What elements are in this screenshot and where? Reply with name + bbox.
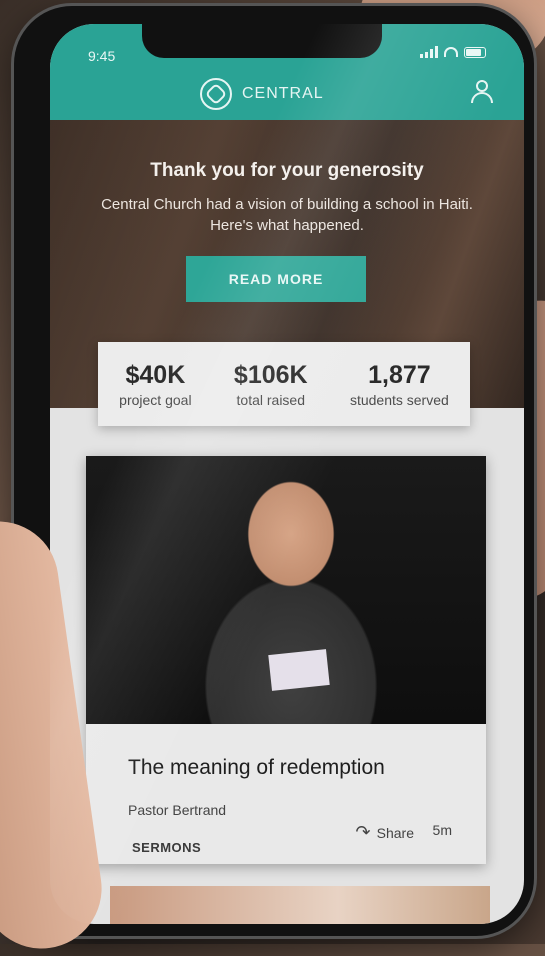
stat-label: project goal	[119, 391, 192, 408]
stat-label: students served	[349, 391, 449, 408]
status-icons	[420, 46, 486, 58]
signal-icon	[420, 46, 438, 58]
hero-subtitle: Central Church had a vision of building …	[101, 196, 473, 234]
share-arrow-icon: ↷	[355, 822, 371, 842]
sermon-card[interactable]: The meaning of redemption Pastor Bertran…	[86, 456, 486, 864]
hero-title: Thank you for your generosity	[150, 160, 424, 181]
sermon-duration: 5m	[432, 822, 452, 838]
sermon-photo	[86, 456, 486, 724]
stats-panel: $40K project goal $106K total raised 1,8…	[98, 342, 470, 426]
sermon-title: The meaning of redemption	[128, 756, 385, 779]
stat-students-served: 1,877 students served	[350, 361, 449, 408]
share-button[interactable]: ↷ Share	[356, 822, 414, 843]
phone-notch	[142, 24, 382, 58]
next-card-preview[interactable]	[110, 886, 490, 924]
brand-name: CENTRAL	[242, 85, 324, 102]
battery-icon	[464, 46, 486, 58]
status-time: 9:45	[88, 48, 116, 64]
speaker-shirt	[268, 649, 330, 691]
stat-project-goal: $40K project goal	[119, 361, 191, 408]
stat-total-raised: $106K total raised	[234, 361, 308, 408]
read-more-button[interactable]: READ MORE	[186, 256, 366, 302]
share-label: Share	[376, 824, 414, 841]
stat-label: total raised	[236, 391, 305, 408]
wifi-icon	[444, 47, 458, 57]
brand-logo[interactable]: CENTRAL	[200, 78, 324, 110]
phone-screen: 9:45 CENTRAL Thank you for your generosi…	[50, 24, 524, 924]
phone-frame: 9:45 CENTRAL Thank you for your generosi…	[14, 6, 534, 936]
sermon-category: SERMONS	[132, 840, 202, 855]
user-icon[interactable]	[470, 80, 494, 104]
central-logo-icon	[200, 78, 232, 110]
stat-value: $106K	[233, 360, 308, 389]
stat-value: 1,877	[368, 360, 431, 389]
sermon-author: Pastor Bertrand	[128, 802, 227, 818]
stat-value: $40K	[125, 360, 186, 389]
